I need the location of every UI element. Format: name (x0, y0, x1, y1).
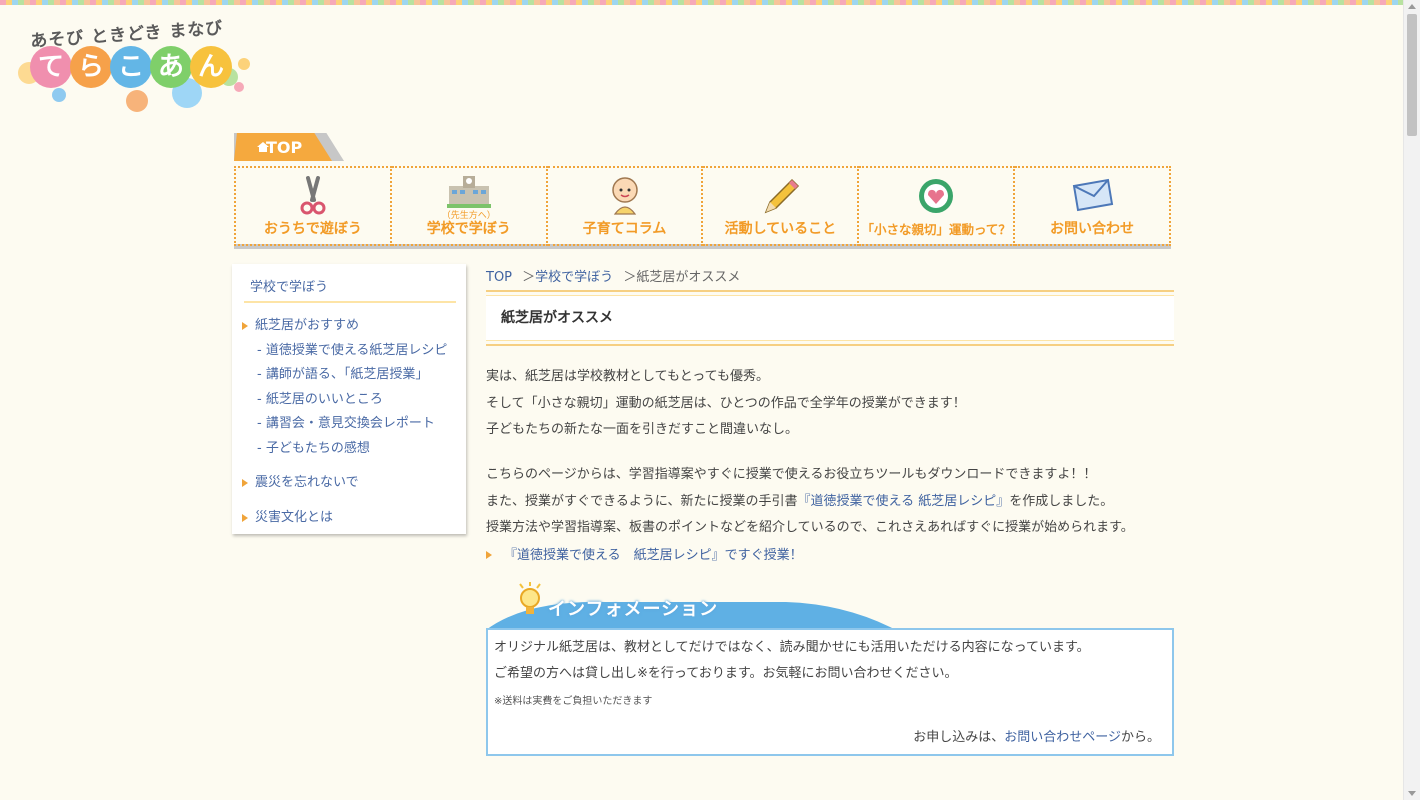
breadcrumb-current: 紙芝居がオススメ (636, 270, 741, 285)
body-text: また、授業がすぐできるように、新たに授業の手引書 (486, 493, 798, 509)
nav-label: 学校で学ぼう (426, 221, 511, 237)
pencil-icon (765, 178, 800, 214)
sidebar-title[interactable]: 学校で学ぼう (244, 276, 456, 303)
nav-label: お問い合わせ (1050, 221, 1135, 237)
top-tab-label: TOP (266, 137, 303, 157)
body-line: また、授業がすぐできるように、新たに授業の手引書『道徳授業で使える 紙芝居レシピ… (486, 489, 1134, 516)
scrollbar-thumb[interactable] (1407, 14, 1417, 136)
body-text: を作成しました。 (1009, 493, 1114, 509)
global-nav: おうちで遊ぼう （先生方へ） 学校で学ぼう 子育てコラム 活動していること 「小… (234, 166, 1171, 249)
scissors-icon (300, 176, 326, 215)
sidebar-item-good-points[interactable]: - 紙芝居のいいところ (241, 390, 461, 415)
nav-item-contact[interactable]: お問い合わせ (1015, 166, 1171, 246)
home-icon (257, 142, 269, 152)
top-tab[interactable]: TOP (234, 133, 344, 161)
sidebar: 学校で学ぼう 紙芝居がおすすめ - 道徳授業で使える紙芝居レシピ - 講師が語る… (232, 264, 466, 534)
body-line: 授業方法や学習指導案、板書のポイントなどを紹介しているので、これさえあればすぐに… (486, 520, 1134, 535)
nav-label: おうちで遊ぼう (263, 221, 362, 237)
heart-emblem-icon (919, 179, 954, 213)
baby-icon (611, 177, 638, 215)
nav-item-play-at-home[interactable]: おうちで遊ぼう (234, 166, 392, 246)
sidebar-list: 紙芝居がおすすめ - 道徳授業で使える紙芝居レシピ - 講師が語る、「紙芝居授業… (241, 316, 461, 532)
info-text: オリジナル紙芝居は、教材としてだけではなく、読み聞かせにも活用いただける内容にな… (494, 640, 1090, 655)
recipe-link[interactable]: 『道徳授業で使える 紙芝居レシピ』ですぐ授業！ (486, 546, 803, 566)
page-title: 紙芝居がオススメ (501, 310, 613, 326)
sidebar-item-disaster-culture[interactable]: 災害文化とは (241, 508, 461, 533)
info-apply-text: お申し込みは、 (913, 730, 1005, 745)
info-apply: お申し込みは、お問い合わせページから。 (913, 726, 1160, 745)
nav-item-small-kindness-movement[interactable]: 「小さな親切」運動って？ (859, 166, 1016, 246)
body-line: こちらのページからは、学習指導案やすぐに授業で使えるお役立ちツールもダウンロード… (486, 467, 1097, 482)
scroll-up-arrow-icon[interactable] (1408, 4, 1416, 9)
nav-label: 「小さな親切」運動って？ (861, 222, 1011, 237)
sidebar-item-lecturer[interactable]: - 講師が語る、「紙芝居授業」 (241, 365, 461, 390)
breadcrumb-top[interactable]: TOP (486, 270, 512, 285)
info-box: オリジナル紙芝居は、教材としてだけではなく、読み聞かせにも活用いただける内容にな… (486, 628, 1174, 756)
lightbulb-icon (519, 582, 541, 614)
logo-letter: あ (150, 46, 192, 88)
scroll-down-arrow-icon[interactable] (1408, 791, 1416, 796)
nav-label: 活動していること (724, 221, 837, 237)
sidebar-item-report[interactable]: - 講習会・意見交換会レポート (241, 414, 461, 439)
sidebar-item-impressions[interactable]: - 子どもたちの感想 (241, 439, 461, 464)
intro-line: 子どもたちの新たな一面を引きだすこと間違いなし。 (486, 422, 799, 437)
info-header: インフォメーション (486, 580, 1176, 630)
sidebar-item-kamishibai[interactable]: 紙芝居がおすすめ (241, 316, 461, 341)
contact-page-link[interactable]: お問い合わせページ (1004, 730, 1121, 745)
info-text: ご希望の方へは貸し出し※を行っております。お気軽にお問い合わせください。 (494, 666, 958, 681)
info-title: インフォメーション (548, 599, 719, 620)
breadcrumb-section[interactable]: 学校で学ぼう (535, 270, 613, 285)
breadcrumb: TOP ＞学校で学ぼう ＞紙芝居がオススメ (486, 266, 740, 285)
sidebar-item-recipe[interactable]: - 道徳授業で使える紙芝居レシピ (241, 341, 461, 366)
info-apply-text: から。 (1120, 730, 1160, 745)
breadcrumb-separator: ＞ (522, 270, 536, 285)
nav-item-parenting-column[interactable]: 子育てコラム (547, 166, 704, 246)
logo-dot (234, 82, 244, 92)
page-scrollbar[interactable] (1403, 0, 1420, 800)
school-building-icon (446, 176, 491, 208)
logo-letter: ん (190, 46, 232, 88)
logo-dot (238, 58, 250, 70)
intro-line: そして「小さな親切」運動の紙芝居は、ひとつの作品で全学年の授業ができます！ (486, 395, 966, 411)
nav-item-learn-at-school[interactable]: （先生方へ） 学校で学ぼう (391, 166, 548, 246)
intro-line: 実は、紙芝居は学校教材としてもとっても優秀。 (486, 369, 770, 384)
envelope-icon (1072, 178, 1114, 212)
intro-paragraph: 実は、紙芝居は学校教材としてもとっても優秀。 そして「小さな親切」運動の紙芝居は… (486, 364, 966, 444)
logo-letter: ら (70, 46, 112, 88)
site-logo[interactable]: あそび ときどき まなび て ら こ あ ん (16, 12, 256, 116)
logo-wordmark: て ら こ あ ん (30, 46, 232, 96)
breadcrumb-separator: ＞ (623, 270, 637, 285)
sidebar-item-earthquake[interactable]: 震災を忘れないで (241, 473, 461, 498)
nav-item-activities[interactable]: 活動していること (703, 166, 860, 246)
body-paragraph: こちらのページからは、学習指導案やすぐに授業で使えるお役立ちツールもダウンロード… (486, 462, 1134, 542)
logo-letter: て (30, 46, 72, 88)
nav-label: 子育てコラム (582, 221, 667, 237)
info-note: ※送料は実費をご負担いただきます (494, 696, 653, 707)
page-heading-box: 紙芝居がオススメ (486, 290, 1174, 346)
top-color-stripe (0, 0, 1420, 5)
logo-letter: こ (110, 46, 152, 88)
recipe-inline-link[interactable]: 『道徳授業で使える 紙芝居レシピ』 (797, 494, 1009, 509)
